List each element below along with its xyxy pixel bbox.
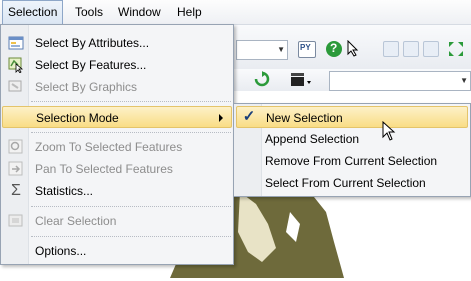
menu-item-options[interactable]: Options...	[2, 240, 232, 262]
submenu-item-select-from-selection[interactable]: Select From Current Selection	[236, 172, 468, 194]
menu-item-selection-mode[interactable]: Selection Mode	[2, 106, 232, 128]
menu-item-select-by-features[interactable]: Select By Features...	[2, 54, 232, 76]
python-icon[interactable]: PY	[298, 41, 316, 58]
menu-item-pan-to-selected: Pan To Selected Features	[2, 158, 232, 180]
fixed-zoom-icon[interactable]	[423, 41, 439, 57]
select-by-features-icon	[8, 57, 24, 74]
menu-tools[interactable]: Tools	[70, 0, 108, 24]
checkmark-icon: ✓	[242, 108, 256, 125]
selection-mode-submenu: ✓ New Selection Append Selection Remove …	[233, 103, 471, 197]
whats-this-cursor-icon[interactable]	[346, 39, 362, 57]
menu-selection[interactable]: Selection	[2, 0, 64, 24]
zoom-to-selected-icon	[8, 139, 24, 155]
chevron-down-icon: ▼	[460, 76, 468, 85]
select-by-graphics-icon	[8, 79, 24, 95]
menu-separator	[31, 101, 231, 102]
menu-item-statistics[interactable]: Σ Statistics...	[2, 180, 232, 202]
submenu-arrow-icon	[219, 114, 223, 122]
movie-clapper-icon[interactable]	[290, 71, 311, 87]
menu-separator	[31, 206, 231, 207]
menu-item-select-by-graphics: Select By Graphics	[2, 76, 232, 98]
pan-to-selected-icon	[8, 161, 24, 177]
menu-item-select-by-attributes[interactable]: Select By Attributes...	[2, 32, 232, 54]
menu-help[interactable]: Help	[172, 0, 207, 24]
menu-item-zoom-to-selected: Zoom To Selected Features	[2, 136, 232, 158]
menu-separator	[31, 132, 231, 133]
sigma-icon: Σ	[11, 182, 21, 199]
menu-item-clear-selection: Clear Selection	[2, 210, 232, 232]
menu-window[interactable]: Window	[113, 0, 166, 24]
selection-menu: Select By Attributes... Select By Featur…	[0, 24, 234, 265]
zoom-in-icon[interactable]	[383, 41, 399, 57]
help-icon[interactable]: ?	[326, 41, 342, 57]
menu-bar: Selection Tools Window Help	[0, 0, 471, 25]
toolbar-combo-2[interactable]: ▼	[329, 71, 471, 91]
refresh-icon[interactable]	[254, 71, 270, 87]
submenu-item-append-selection[interactable]: Append Selection	[236, 128, 468, 150]
submenu-item-new-selection[interactable]: ✓ New Selection	[236, 106, 468, 128]
full-extent-icon[interactable]	[448, 41, 464, 57]
submenu-item-remove-from-selection[interactable]: Remove From Current Selection	[236, 150, 468, 172]
clear-selection-icon	[8, 213, 24, 229]
mouse-cursor-icon	[382, 120, 396, 144]
select-by-attributes-icon	[8, 35, 24, 51]
toolbar-combo-1[interactable]: ▼	[236, 40, 288, 60]
zoom-out-icon[interactable]	[403, 41, 419, 57]
menu-separator	[31, 236, 231, 237]
chevron-down-icon: ▼	[277, 45, 285, 54]
